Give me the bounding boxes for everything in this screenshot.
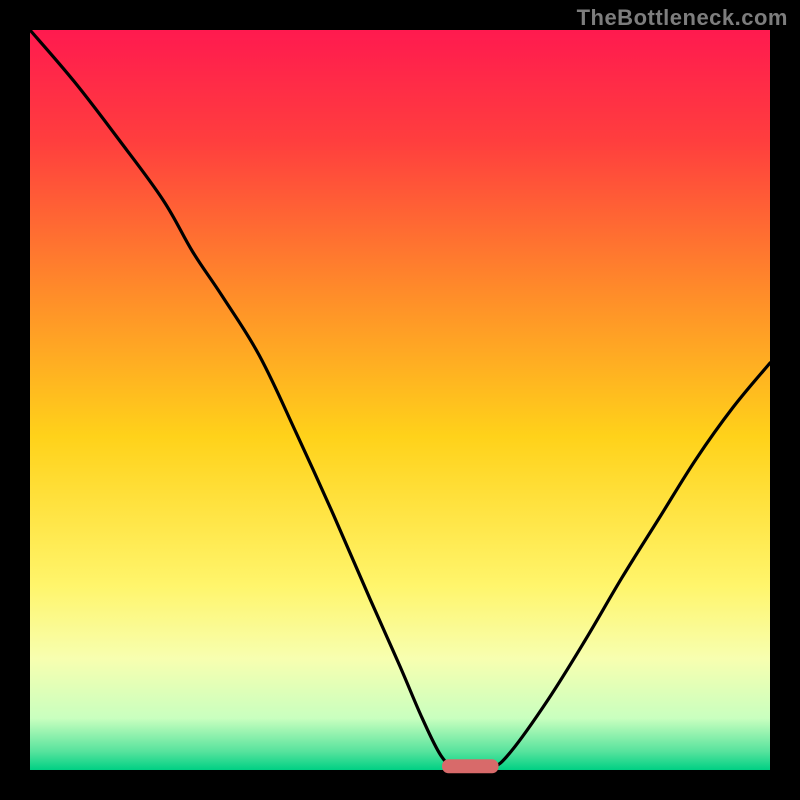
bottleneck-curve-plot: [0, 0, 800, 800]
optimal-range-marker: [443, 760, 499, 773]
watermark-text: TheBottleneck.com: [577, 5, 788, 31]
chart-frame: TheBottleneck.com: [0, 0, 800, 800]
gradient-background: [30, 30, 770, 770]
